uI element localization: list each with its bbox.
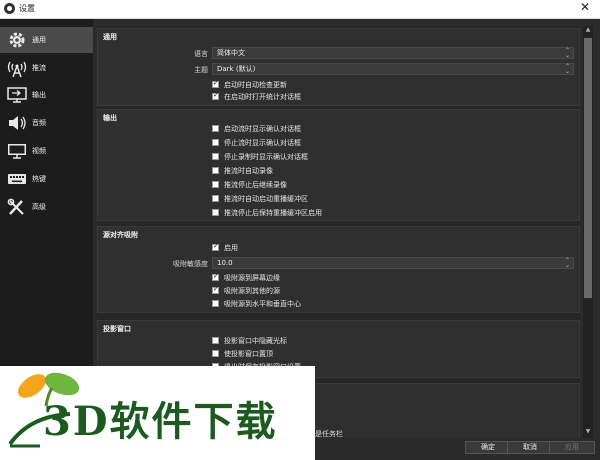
checkbox-label: 吸附源到屏幕边缘: [224, 274, 280, 282]
spin-arrows-icon: ⌃ ⌄: [564, 47, 570, 59]
language-value: 简体中文: [217, 49, 245, 57]
checkbox-icon: [212, 181, 219, 188]
checkbox-label: 投影窗口中隐藏光标: [224, 337, 287, 345]
checkbox-icon: [212, 153, 219, 160]
language-label: 语言: [194, 50, 208, 58]
sidebar-item-hotkeys[interactable]: 热键: [0, 166, 93, 192]
window-title: 设置: [19, 4, 35, 13]
checkbox-icon: [212, 167, 219, 174]
checkbox-label: 吸附源到其他的源: [224, 287, 280, 295]
watermark-logo: 3D软件下载: [0, 366, 315, 460]
checkbox-label: 推流停止后继续录像: [224, 181, 287, 189]
checkbox-label: 推流时自动启动重播缓冲区: [224, 195, 308, 203]
general-group: 通用 语言 简体中文 ⌃⌄ 主题 Dark (默认) ⌃⌄ 启动时自动检查更新 …: [97, 28, 580, 106]
checkbox-icon: [212, 195, 219, 202]
sidebar-item-general[interactable]: 通用: [0, 27, 93, 53]
spin-arrows-icon: ⌃ ⌄: [564, 63, 570, 75]
sidebar-item-output[interactable]: 输出: [0, 82, 93, 108]
theme-select[interactable]: Dark (默认) ⌃ ⌄: [212, 63, 574, 75]
settings-scrollbar[interactable]: ▲ ▼: [583, 26, 593, 438]
sidebar-item-advanced[interactable]: 高级: [0, 194, 93, 220]
checkbox-checked-icon: [212, 242, 219, 251]
checkbox-checked-icon: [212, 91, 219, 100]
sidebar-item-audio[interactable]: 音频: [0, 110, 93, 136]
checkbox-label: 停止流时显示确认对话框: [224, 139, 301, 147]
snapping-title: 源对齐吸附: [103, 231, 138, 239]
scroll-up-icon[interactable]: ▲: [584, 26, 592, 36]
cancel-button[interactable]: 取消: [507, 441, 553, 454]
snapping-group: 源对齐吸附 启用 吸附敏感度 10.0 ⌃⌄ 吸附源到屏幕边缘 吸附源到其他的源…: [97, 226, 580, 313]
checkbox-label: 使投影窗口置顶: [224, 350, 273, 358]
checkbox-label: 启动时自动检查更新: [224, 81, 287, 89]
checkbox-icon: [212, 125, 219, 132]
checkbox-icon: [212, 300, 219, 307]
theme-value: Dark (默认): [217, 65, 256, 73]
gear-icon: [9, 32, 25, 48]
theme-label: 主题: [194, 66, 208, 74]
speaker-icon: [9, 116, 26, 130]
sidebar-item-label: 输出: [32, 91, 46, 99]
sidebar-item-label: 视频: [32, 147, 46, 155]
checkbox-icon: [212, 350, 219, 357]
checkbox-label: 推流停止后保持重播缓冲区启用: [224, 209, 322, 217]
sensitivity-value: 10.0: [217, 259, 233, 267]
general-title: 通用: [103, 33, 117, 41]
sidebar-item-label: 推流: [32, 64, 46, 72]
checkbox-label: 启动流时显示确认对话框: [224, 125, 301, 133]
output-group: 输出 启动流时显示确认对话框 停止流时显示确认对话框 停止录制时显示确认对话框 …: [97, 109, 580, 221]
checkbox-checked-icon: [212, 285, 219, 294]
sensitivity-label: 吸附敏感度: [173, 260, 208, 268]
checkbox-label: 在启动时打开统计对话框: [224, 93, 301, 101]
sidebar-item-video[interactable]: 视频: [0, 138, 93, 164]
checkbox-icon: [212, 139, 219, 146]
projector-title: 投影窗口: [103, 325, 131, 333]
taskbar-option-partial-text: 是任务栏: [315, 430, 343, 438]
checkbox-icon: [212, 209, 219, 216]
monitor-icon: [8, 144, 26, 159]
output-title: 输出: [103, 114, 117, 122]
sensitivity-input[interactable]: 10.0 ⌃ ⌄: [212, 257, 574, 269]
checkbox-label: 吸附源到水平和垂直中心: [224, 300, 301, 308]
title-bar: 设置 ✕: [0, 0, 600, 19]
sidebar-item-label: 通用: [32, 36, 46, 44]
sidebar-item-stream[interactable]: 推流: [0, 55, 93, 81]
scroll-down-icon[interactable]: ▼: [584, 428, 592, 438]
watermark-text: 3D软件下载: [43, 398, 278, 445]
spin-arrows-icon[interactable]: ⌃ ⌄: [565, 258, 570, 269]
sidebar-item-label: 热键: [32, 175, 46, 183]
checkbox-checked-icon: [212, 79, 219, 88]
close-icon[interactable]: ✕: [580, 0, 590, 14]
apply-button[interactable]: 应用: [549, 441, 595, 454]
checkbox-label: 停止录制时显示确认对话框: [224, 153, 308, 161]
checkbox-label: 推流时自动录像: [224, 167, 273, 175]
ok-button[interactable]: 确定: [465, 441, 511, 454]
sidebar-item-label: 高级: [32, 203, 46, 211]
language-select[interactable]: 简体中文 ⌃ ⌄: [212, 47, 574, 59]
obs-app-icon: [4, 3, 15, 14]
scrollbar-thumb[interactable]: [584, 38, 592, 298]
sidebar-item-label: 音频: [32, 119, 46, 127]
output-monitor-icon: [7, 87, 27, 103]
broadcast-icon: [7, 61, 27, 78]
checkbox-label: 启用: [224, 244, 238, 252]
checkbox-checked-icon: [212, 272, 219, 281]
tools-icon: [7, 198, 24, 215]
checkbox-icon: [212, 337, 219, 344]
keyboard-icon: [8, 174, 26, 184]
